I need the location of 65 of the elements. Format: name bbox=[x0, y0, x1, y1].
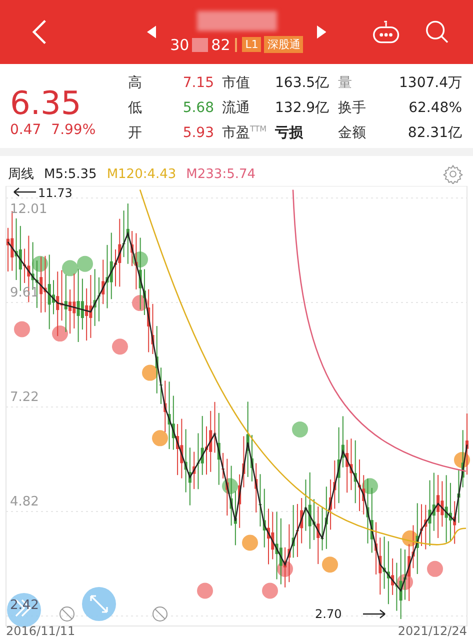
stat-value: 132.9亿 bbox=[274, 98, 330, 117]
end-date: 2021/12/24 bbox=[398, 624, 467, 638]
signal-bubble bbox=[242, 534, 258, 551]
back-icon[interactable] bbox=[32, 18, 48, 46]
price-change: 0.47 bbox=[10, 122, 42, 138]
search-icon[interactable] bbox=[424, 19, 449, 45]
price-axis-label: 7.22 bbox=[10, 390, 39, 405]
stock-code: 82 bbox=[211, 36, 230, 54]
stat-label: 低 bbox=[128, 98, 143, 117]
signal-bubble bbox=[292, 421, 308, 438]
signal-bubble bbox=[197, 582, 213, 599]
next-icon[interactable] bbox=[317, 25, 326, 39]
stat-value: 5.68 bbox=[182, 100, 215, 116]
signal-bubble bbox=[112, 338, 128, 355]
signal-bubble bbox=[14, 321, 30, 338]
stock-code: 30 bbox=[170, 36, 190, 54]
max-price-label: 11.73 bbox=[38, 186, 72, 200]
signal-bubble bbox=[77, 256, 93, 272]
stat-label: 量 bbox=[338, 74, 353, 92]
stat-label: 换手 bbox=[338, 98, 367, 117]
price-axis-label: 4.82 bbox=[10, 494, 39, 510]
blurred-code bbox=[192, 38, 208, 52]
signal-bubble bbox=[402, 530, 418, 546]
stat-label: 市盈$^{TTM}$ bbox=[222, 124, 268, 142]
period-label[interactable]: 周线 bbox=[8, 165, 34, 183]
moving-average-label: M5:5.35 bbox=[44, 166, 97, 182]
settings-icon[interactable] bbox=[443, 164, 463, 184]
price-axis-label: 12.01 bbox=[10, 202, 48, 217]
stat-value: 1307.4万 bbox=[398, 74, 462, 92]
signal-bubble bbox=[132, 251, 148, 268]
stat-label: 高 bbox=[128, 74, 143, 92]
stat-value: 82.31亿 bbox=[406, 124, 462, 142]
stat-value: 7.15 bbox=[182, 75, 215, 92]
change-percent: 7.99% bbox=[51, 122, 96, 138]
arrow-icon bbox=[362, 609, 386, 619]
signal-bubble bbox=[427, 560, 443, 577]
stat-label: 市值 bbox=[222, 74, 251, 92]
robot-icon[interactable] bbox=[372, 19, 401, 45]
signal-bubble bbox=[454, 452, 470, 468]
stat-value: 163.5亿 bbox=[274, 74, 330, 92]
stat-value: 62.48% bbox=[408, 100, 462, 116]
market-tag: L1 bbox=[242, 37, 262, 52]
signal-bubble bbox=[142, 364, 158, 381]
moving-average-label: M233:5.74 bbox=[186, 166, 256, 182]
previous-icon[interactable] bbox=[147, 25, 156, 39]
signal-bubble bbox=[32, 256, 48, 272]
signal-bubble bbox=[262, 582, 278, 599]
moving-average-label: M120:4.43 bbox=[106, 166, 176, 182]
stat-label: 金额 bbox=[338, 124, 367, 142]
arrow-icon bbox=[13, 187, 37, 197]
signal-bubble bbox=[52, 326, 68, 342]
stat-value: 5.93 bbox=[182, 124, 215, 141]
signal-bubble bbox=[132, 295, 148, 312]
signal-bubble bbox=[62, 260, 78, 276]
signal-bubble bbox=[222, 478, 238, 494]
stat-label: 开 bbox=[128, 124, 143, 142]
start-date: 2016/11/11 bbox=[6, 624, 76, 638]
market-tag: 深股通 bbox=[264, 36, 304, 53]
stat-label: 流通 bbox=[222, 98, 251, 117]
signal-bubble bbox=[152, 430, 168, 446]
stat-value: 亏损 bbox=[274, 124, 304, 142]
signal-bubble bbox=[322, 556, 338, 573]
signal-bubble bbox=[362, 478, 378, 494]
current-price: 6.35 bbox=[10, 84, 82, 122]
min-price-label: 2.70 bbox=[315, 607, 342, 621]
